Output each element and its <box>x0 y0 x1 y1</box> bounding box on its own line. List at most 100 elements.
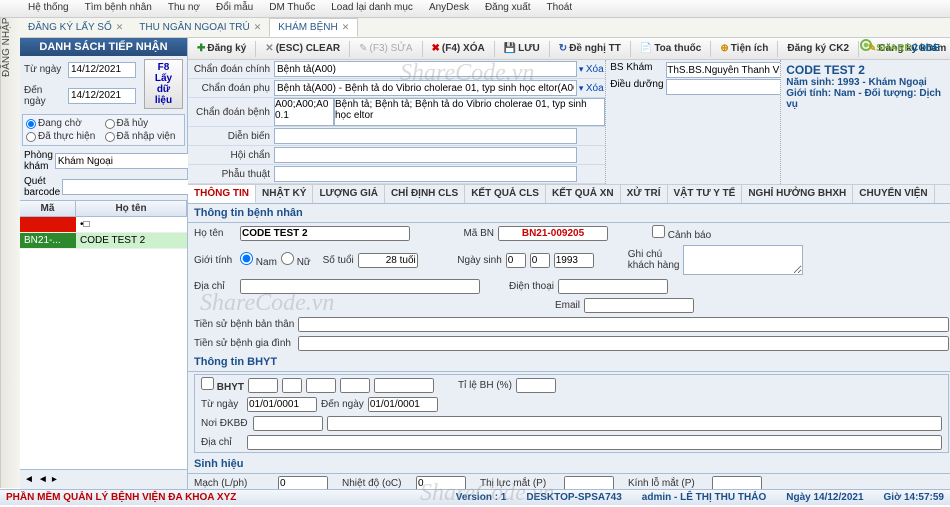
cdbenh-text[interactable]: Bệnh tả; Bệnh tả; Bệnh tả do Vibrio chol… <box>334 98 605 126</box>
to-date-input[interactable] <box>68 88 136 104</box>
filter-radio[interactable]: Đã hủy <box>105 118 182 129</box>
menu-item[interactable]: DM Thuốc <box>261 0 323 17</box>
dangky-button[interactable]: ✚Đăng ký <box>192 41 251 56</box>
sub-tab[interactable]: CHUYỂN VIỆN <box>853 185 934 203</box>
left-panel: DANH SÁCH TIẾP NHẬN Từ ngày F8 Lấy dữ li… <box>20 38 188 489</box>
denngay-input[interactable] <box>368 397 438 412</box>
status-version: Version : 1 <box>456 492 507 503</box>
f8-load-button[interactable]: F8 Lấy dữ liệu <box>144 59 183 109</box>
sub-tab[interactable]: KẾT QUẢ CLS <box>465 185 546 203</box>
tsbt-input[interactable] <box>298 317 949 332</box>
tile-input[interactable] <box>516 378 556 393</box>
mabn-input[interactable] <box>498 226 608 241</box>
bhyt-diachi-input[interactable] <box>247 435 942 450</box>
toathuoc-button[interactable]: 📄Toa thuốc <box>635 41 706 56</box>
xoa-link[interactable]: ▾ Xóa <box>577 83 605 94</box>
menu-item[interactable]: Đăng xuất <box>477 0 539 17</box>
noidkbd-code[interactable] <box>253 416 323 431</box>
sub-tab[interactable]: CHỈ ĐỊNH CLS <box>385 185 465 203</box>
phongkham-select[interactable] <box>55 153 193 169</box>
tsgd-input[interactable] <box>298 336 949 351</box>
table-row[interactable]: •□ <box>20 217 187 233</box>
menu-item[interactable]: Hệ thống <box>20 0 77 17</box>
filter-radio[interactable]: Đã thực hiện <box>26 131 103 142</box>
menu-item[interactable]: AnyDesk <box>421 0 477 17</box>
dienthoai-label: Điện thoại <box>484 281 554 292</box>
ns-month[interactable] <box>530 253 550 268</box>
grid-nav[interactable]: ◄◄▸ <box>20 469 187 489</box>
hoten-input[interactable] <box>240 226 410 241</box>
sua-button[interactable]: ✎ (F3) SỬA <box>354 41 417 56</box>
email-label: Email <box>510 300 580 311</box>
status-date: Ngày 14/12/2021 <box>786 492 863 503</box>
clear-button[interactable]: ✕(ESC) CLEAR <box>260 41 345 56</box>
phauthuat-input[interactable] <box>274 166 577 182</box>
close-icon[interactable]: ✕ <box>254 22 262 33</box>
sub-tab[interactable]: XỬ TRÍ <box>621 185 668 203</box>
sub-tab[interactable]: LƯỢNG GIÁ <box>313 185 385 203</box>
canhbao-label: Cảnh báo <box>668 230 711 241</box>
thiluc-p-label: Thị lực mắt (P) <box>480 478 560 489</box>
bhyt-diachi-label: Địa chỉ <box>201 437 243 448</box>
table-row[interactable]: BN21-...CODE TEST 2 <box>20 233 187 249</box>
dienthoai-input[interactable] <box>558 279 668 294</box>
sub-tab[interactable]: NHẬT KÝ <box>256 185 313 203</box>
document-tabs: ĐĂNG KÝ LẤY SỐ ✕THU NGÂN NGOẠI TRÚ ✕KHÁM… <box>20 18 950 38</box>
gioitinh-label: Giới tính <box>194 255 236 266</box>
mach-input[interactable] <box>278 476 328 489</box>
kinhlo-p-input[interactable] <box>712 476 762 489</box>
denghi-button[interactable]: ↻Đề nghị TT <box>554 41 626 56</box>
cdphu-input[interactable] <box>274 80 577 96</box>
thiluc-p-input[interactable] <box>564 476 614 489</box>
nam-radio[interactable] <box>240 252 253 265</box>
menu-item[interactable]: Thoát <box>539 0 581 17</box>
hoten-label: Họ tên <box>194 228 236 239</box>
sub-tab[interactable]: THÔNG TIN <box>188 185 256 203</box>
tsgd-label: Tiền sử bệnh gia đình <box>194 338 294 349</box>
close-icon[interactable]: ✕ <box>116 22 124 33</box>
cdchinh-input[interactable] <box>274 61 577 77</box>
sub-tab[interactable]: KẾT QUẢ XN <box>546 185 621 203</box>
filter-radio[interactable]: Đã nhập viện <box>105 131 182 142</box>
sub-tab[interactable]: VẬT TƯ Y TẾ <box>668 185 743 203</box>
close-icon[interactable]: ✕ <box>342 22 350 33</box>
hoichan-input[interactable] <box>274 147 577 163</box>
dienbien-input[interactable] <box>274 128 577 144</box>
ck2-button[interactable]: Đăng ký CK2 <box>782 41 854 56</box>
grid-head-ma[interactable]: Mã <box>20 201 76 216</box>
doc-tab[interactable]: KHÁM BỆNH ✕ <box>269 18 358 37</box>
menu-item[interactable]: Thu nợ <box>160 0 208 17</box>
luu-button[interactable]: 💾LƯU <box>499 41 545 56</box>
nhietdo-input[interactable] <box>416 476 466 489</box>
menu-item[interactable]: Load lại danh mục <box>323 0 421 17</box>
diachi-input[interactable] <box>240 279 480 294</box>
tile-label: Tỉ lệ BH (%) <box>458 380 512 391</box>
patient-info2: Giới tính: Nam - Đối tượng: Dịch vụ <box>786 88 950 110</box>
nu-radio[interactable] <box>281 252 294 265</box>
canhbao-checkbox[interactable] <box>652 225 665 238</box>
cdbenh-code[interactable]: A00;A00;A00.1 <box>274 98 334 126</box>
menu-item[interactable]: Tìm bệnh nhân <box>77 0 160 17</box>
tungay-input[interactable] <box>247 397 317 412</box>
menu-item[interactable]: Đổi mẫu <box>208 0 261 17</box>
ghichu-input[interactable] <box>683 245 803 275</box>
vertical-tab-login[interactable]: ĐĂNG NHẬP <box>0 18 20 488</box>
noidkbd-text[interactable] <box>327 416 942 431</box>
from-date-input[interactable] <box>68 62 136 78</box>
bhyt-checkbox[interactable] <box>201 377 214 390</box>
tuoi-input[interactable] <box>358 253 418 268</box>
sub-tab[interactable]: NGHỈ HƯỞNG BHXH <box>742 185 853 203</box>
filter-radio[interactable]: Đang chờ <box>26 118 103 129</box>
doc-tab[interactable]: ĐĂNG KÝ LẤY SỐ ✕ <box>20 18 131 37</box>
doc-tab[interactable]: THU NGÂN NGOẠI TRÚ ✕ <box>131 18 269 37</box>
ns-year[interactable] <box>554 253 594 268</box>
barcode-input[interactable] <box>62 179 200 195</box>
phongkham-label: Phòng khám <box>24 150 53 172</box>
grid-head-ten[interactable]: Họ tên <box>76 201 187 216</box>
xoa-link[interactable]: ▾ Xóa <box>577 64 605 75</box>
email-input[interactable] <box>584 298 694 313</box>
tienich-button[interactable]: ⊕Tiện ích <box>715 41 773 56</box>
dieuduong-label: Điều dưỡng <box>610 79 666 95</box>
ns-day[interactable] <box>506 253 526 268</box>
xoa-button[interactable]: ✖(F4) XÓA <box>427 41 490 56</box>
